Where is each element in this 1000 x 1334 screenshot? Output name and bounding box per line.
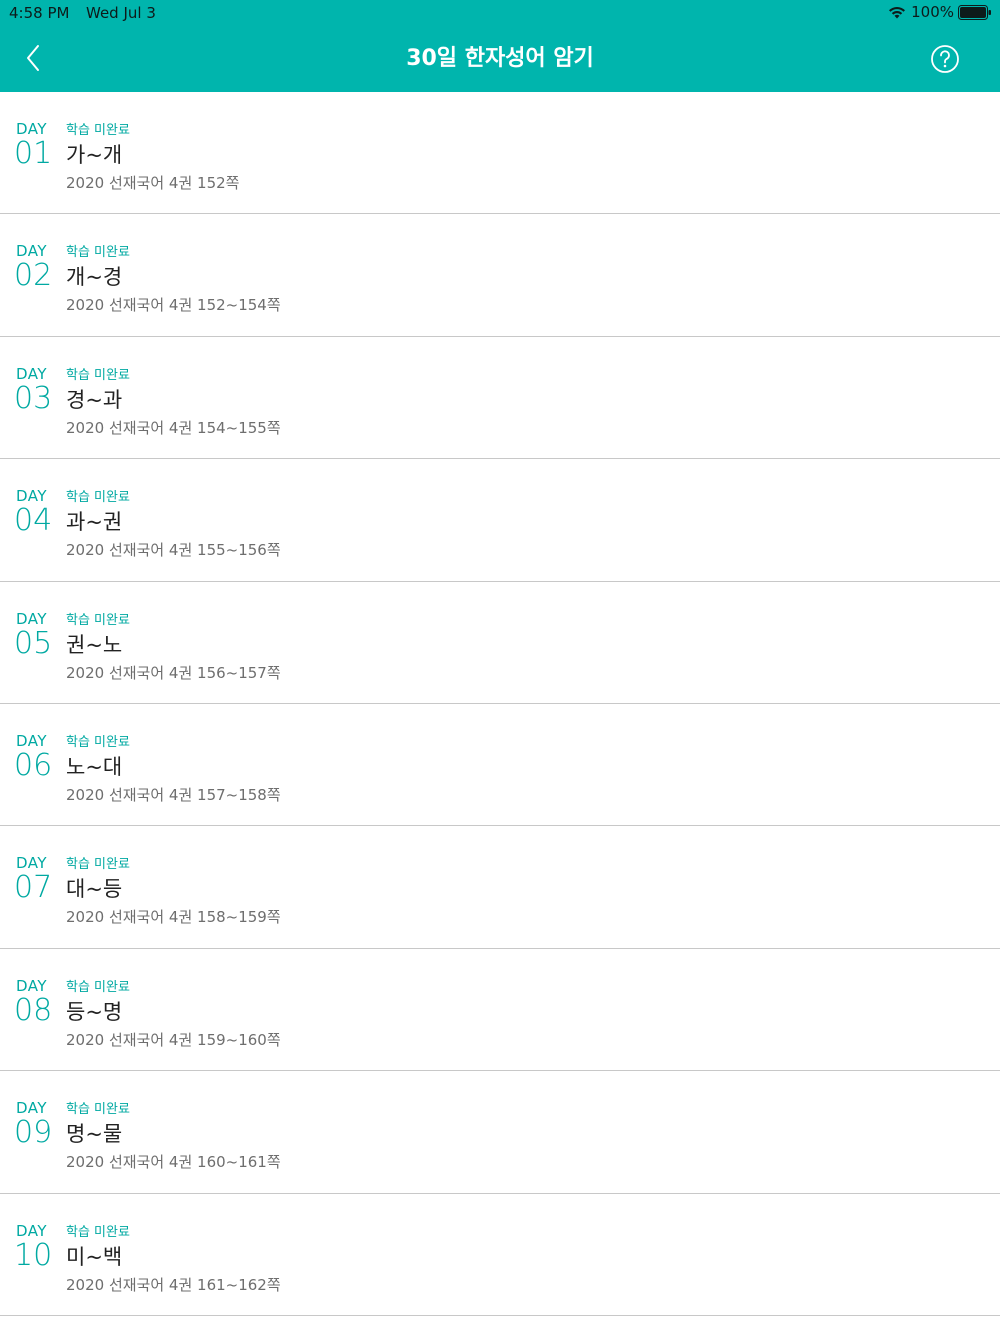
- source-text: 2020 선재국어 4권 155~156쪽: [66, 541, 281, 560]
- day-number: 08: [14, 992, 53, 1028]
- status-time: 4:58 PM: [9, 4, 70, 22]
- source-text: 2020 선재국어 4권 160~161쪽: [66, 1153, 281, 1172]
- day-list: DAY 01 학습 미완료 가~개 2020 선재국어 4권 152쪽 DAY …: [0, 92, 1000, 1316]
- header: 4:58 PM Wed Jul 3 100% 30일 한자성어 암기: [0, 0, 1000, 92]
- list-item[interactable]: DAY 04 학습 미완료 과~권 2020 선재국어 4권 155~156쪽: [0, 459, 1000, 582]
- status-bar: 4:58 PM Wed Jul 3 100%: [0, 0, 1000, 26]
- wifi-icon: [889, 6, 906, 19]
- list-item[interactable]: DAY 09 학습 미완료 명~물 2020 선재국어 4권 160~161쪽: [0, 1071, 1000, 1194]
- day-number: 04: [14, 503, 53, 539]
- day-number: 10: [14, 1237, 53, 1273]
- help-button[interactable]: [930, 44, 960, 74]
- battery-icon: [958, 4, 991, 20]
- status-text: 학습 미완료: [66, 979, 130, 995]
- range-text: 개~경: [66, 265, 123, 290]
- status-text: 학습 미완료: [66, 612, 130, 628]
- page-title: 30일 한자성어 암기: [406, 46, 594, 71]
- day-number: 05: [14, 625, 53, 661]
- day-number: 09: [14, 1115, 53, 1151]
- range-text: 권~노: [66, 632, 123, 657]
- status-text: 학습 미완료: [66, 490, 130, 506]
- source-text: 2020 선재국어 4권 161~162쪽: [66, 1275, 281, 1294]
- status-right: 100%: [887, 3, 992, 21]
- question-circle-icon: [931, 45, 959, 73]
- battery-percent: 100%: [911, 3, 954, 21]
- list-item[interactable]: DAY 08 학습 미완료 등~명 2020 선재국어 4권 159~160쪽: [0, 949, 1000, 1072]
- status-text: 학습 미완료: [66, 1224, 130, 1240]
- status-text: 학습 미완료: [66, 857, 130, 873]
- day-number: 07: [14, 870, 53, 906]
- list-item[interactable]: DAY 10 학습 미완료 미~백 2020 선재국어 4권 161~162쪽: [0, 1194, 1000, 1316]
- range-text: 경~과: [66, 387, 123, 412]
- list-item[interactable]: DAY 01 학습 미완료 가~개 2020 선재국어 4권 152쪽: [0, 92, 1000, 215]
- range-text: 가~개: [66, 143, 123, 167]
- source-text: 2020 선재국어 4권 152쪽: [66, 174, 240, 192]
- list-item[interactable]: DAY 05 학습 미완료 권~노 2020 선재국어 4권 156~157쪽: [0, 582, 1000, 704]
- range-text: 과~권: [66, 510, 123, 535]
- list-item[interactable]: DAY 03 학습 미완료 경~과 2020 선재국어 4권 154~155쪽: [0, 337, 1000, 460]
- source-text: 2020 선재국어 4권 156~157쪽: [66, 663, 281, 682]
- range-text: 노~대: [66, 754, 123, 779]
- status-text: 학습 미완료: [66, 123, 130, 138]
- status-text: 학습 미완료: [66, 1102, 130, 1118]
- status-text: 학습 미완료: [66, 367, 130, 383]
- day-number: 01: [14, 136, 53, 171]
- source-text: 2020 선재국어 4권 157~158쪽: [66, 785, 281, 804]
- list-item[interactable]: DAY 06 학습 미완료 노~대 2020 선재국어 4권 157~158쪽: [0, 704, 1000, 827]
- source-text: 2020 선재국어 4권 158~159쪽: [66, 908, 281, 927]
- day-number: 02: [14, 258, 53, 294]
- range-text: 대~등: [66, 877, 123, 902]
- source-text: 2020 선재국어 4권 152~154쪽: [66, 296, 281, 315]
- range-text: 미~백: [66, 1244, 123, 1269]
- range-text: 등~명: [66, 999, 123, 1024]
- range-text: 명~물: [66, 1122, 123, 1147]
- status-date: Wed Jul 3: [86, 4, 156, 22]
- day-number: 06: [14, 747, 53, 783]
- list-item[interactable]: DAY 02 학습 미완료 개~경 2020 선재국어 4권 152~154쪽: [0, 214, 1000, 337]
- day-number: 03: [14, 380, 53, 416]
- list-item[interactable]: DAY 07 학습 미완료 대~등 2020 선재국어 4권 158~159쪽: [0, 826, 1000, 949]
- source-text: 2020 선재국어 4권 159~160쪽: [66, 1030, 281, 1049]
- source-text: 2020 선재국어 4권 154~155쪽: [66, 418, 281, 437]
- status-text: 학습 미완료: [66, 734, 130, 750]
- status-text: 학습 미완료: [66, 245, 130, 261]
